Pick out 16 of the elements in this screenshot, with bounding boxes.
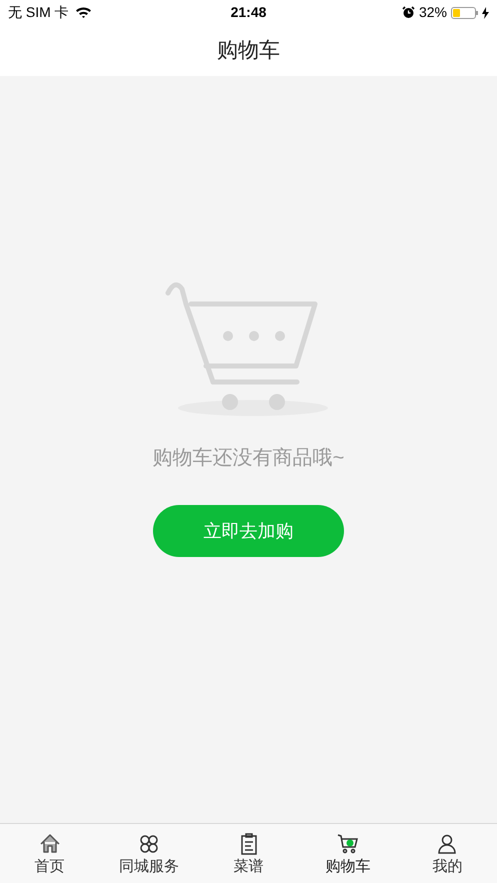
tab-item[interactable]: 首页 [0, 824, 100, 883]
house-icon [38, 832, 62, 856]
empty-message: 购物车还没有商品哦~ [152, 446, 344, 471]
page-title: 购物车 [217, 38, 280, 64]
battery-percent: 32% [418, 3, 447, 22]
tab-item[interactable]: 购物车 [298, 824, 398, 883]
tab-item[interactable]: 菜谱 [198, 824, 298, 883]
tab-item[interactable]: 我的 [398, 824, 497, 883]
charging-icon [482, 6, 489, 18]
battery-icon [451, 6, 478, 18]
cart-icon [336, 832, 360, 856]
clock-text: 21:48 [230, 3, 266, 22]
wifi-icon [74, 6, 92, 19]
tab-item[interactable]: 同城服务 [99, 824, 199, 883]
alarm-icon [402, 6, 415, 19]
carrier-text: 无 SIM 卡 [8, 3, 69, 22]
